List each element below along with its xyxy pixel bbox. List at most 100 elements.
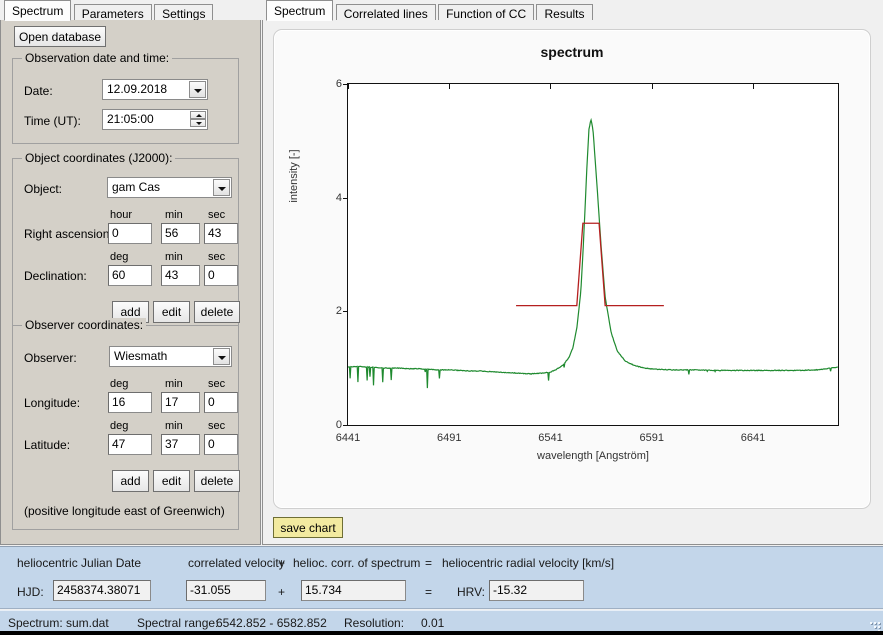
status-resolution-label: Resolution: [344,616,405,630]
object-edit-button[interactable]: edit [153,301,190,323]
latitude-label: Latitude: [24,438,71,452]
correlated-velocity-input[interactable]: -31.055 [186,580,266,601]
chart-x-axis-label: wavelength [Angström] [537,450,649,462]
object-combobox[interactable]: gam Cas [107,177,232,198]
observer-combobox[interactable]: Wiesmath [109,346,232,367]
status-range-value: 6542.852 - 6582.852 [216,616,327,630]
velocity-panel: heliocentric Julian Date correlated velo… [0,546,883,609]
lon-header-sec: sec [208,378,226,390]
open-database-button[interactable]: Open database [14,26,106,47]
observer-edit-button[interactable]: edit [153,470,190,492]
dec-header-sec: sec [208,251,226,263]
observer-label: Observer: [24,351,77,365]
ra-sec-input[interactable]: 43 [204,223,238,244]
y-tick-mark [343,425,348,426]
x-tick-mark [550,84,552,89]
chart-title: spectrum [540,44,604,60]
x-tick-label: 6641 [740,432,766,444]
y-tick-label: 6 [335,78,342,90]
save-chart-button[interactable]: save chart [273,517,343,538]
ra-min-input[interactable]: 56 [161,223,200,244]
hjd-caption: heliocentric Julian Date [17,556,142,570]
resize-grip-icon[interactable] [866,618,880,632]
object-coordinates-group-label: Object coordinates (J2000): [22,151,176,165]
dec-header-min: min [165,251,183,263]
time-label: Time (UT): [24,114,81,128]
x-tick-mark [651,84,653,89]
dec-header-deg: deg [110,251,129,263]
object-coordinates-group: Object coordinates (J2000): Object: gam … [12,151,240,333]
dec-deg-input[interactable]: 60 [108,265,152,286]
observer-coordinates-group-label: Observer coordinates: [22,318,147,332]
lon-deg-input[interactable]: 16 [108,392,152,413]
x-tick-label: 6491 [436,432,462,444]
y-tick-mark [343,311,348,313]
lat-deg-input[interactable]: 47 [108,434,152,455]
chevron-down-icon[interactable] [213,348,230,365]
right-panel: spectrum intensity [-] wavelength [Angst… [262,20,883,545]
chart-container: spectrum intensity [-] wavelength [Angst… [273,29,871,509]
x-tick-label: 6541 [538,432,563,444]
x-tick-label: 6441 [335,432,361,444]
correlation-template-line [516,223,664,305]
lat-header-sec: sec [208,420,226,432]
dec-min-input[interactable]: 43 [161,265,200,286]
ra-header-sec: sec [208,209,226,221]
object-label: Object: [24,182,63,196]
lon-header-deg: deg [110,378,129,390]
heliocentric-correction-caption: helioc. corr. of spectrum [293,556,421,570]
ra-header-hour: hour [110,209,133,221]
object-value: gam Cas [112,180,161,194]
lon-min-input[interactable]: 17 [161,392,200,413]
longitude-label: Longitude: [24,396,81,410]
lat-min-input[interactable]: 37 [161,434,200,455]
x-tick-label: 6591 [639,432,664,444]
lat-header-min: min [165,420,183,432]
equals-sign: = [425,585,433,599]
hrv-caption: heliocentric radial velocity [km/s] [442,556,615,570]
right-ascension-label: Right ascension: [24,227,113,241]
hjd-label: HJD: [17,585,44,599]
lat-sec-input[interactable]: 0 [204,434,238,455]
observer-coordinates-group: Observer coordinates: Observer: Wiesmath… [12,318,240,530]
hrv-input[interactable]: -15.32 [489,580,584,601]
observer-value: Wiesmath [114,349,168,363]
dec-sec-input[interactable]: 0 [204,265,238,286]
status-range-label: Spectral range: [137,616,219,630]
left-panel: Open database Observation date and time:… [0,20,261,545]
chevron-down-icon[interactable] [213,179,230,196]
chart-plot-area[interactable]: 0 2 4 6 6441 6491 6541 6591 6641 [336,78,839,444]
date-combobox[interactable]: 12.09.2018 [102,79,208,100]
x-tick-mark [449,84,451,89]
lon-sec-input[interactable]: 0 [204,392,238,413]
y-tick-label: 0 [335,419,342,431]
heliocentric-correction-input[interactable]: 15.734 [301,580,406,601]
tab-spectrum-right[interactable]: Spectrum [266,0,334,21]
observer-add-button[interactable]: add [112,470,149,492]
hjd-input[interactable]: 2458374.38071 [53,580,151,601]
y-tick-label: 2 [335,305,342,318]
status-resolution-value: 0.01 [421,616,445,630]
ra-hour-input[interactable]: 0 [108,223,152,244]
chevron-down-icon[interactable] [189,81,206,98]
correlated-velocity-caption: correlated velocity [188,556,285,570]
longitude-note: (positive longitude east of Greenwich) [24,504,225,518]
observer-delete-button[interactable]: delete [194,470,240,492]
object-delete-button[interactable]: delete [194,301,240,323]
observation-group-label: Observation date and time: [22,51,173,65]
left-tabstrip: Spectrum Parameters Settings [4,0,259,23]
status-spectrum-label: Spectrum: [8,616,63,630]
spinner-arrows-icon[interactable] [190,111,206,128]
declination-label: Declination: [24,269,87,283]
window-bottom-edge [0,631,883,635]
date-label: Date: [24,84,53,98]
y-tick-mark [343,197,348,199]
ra-header-min: min [165,209,183,221]
time-spinner[interactable]: 21:05:00 [102,109,208,130]
y-tick-label: 4 [335,191,342,204]
observation-group: Observation date and time: Date: 12.09.2… [12,51,239,144]
date-value: 12.09.2018 [107,82,168,96]
application-window: Spectrum Parameters Settings Spectrum Co… [0,0,883,635]
tab-spectrum-left[interactable]: Spectrum [4,0,72,21]
status-spectrum-value: sum.dat [66,616,109,630]
